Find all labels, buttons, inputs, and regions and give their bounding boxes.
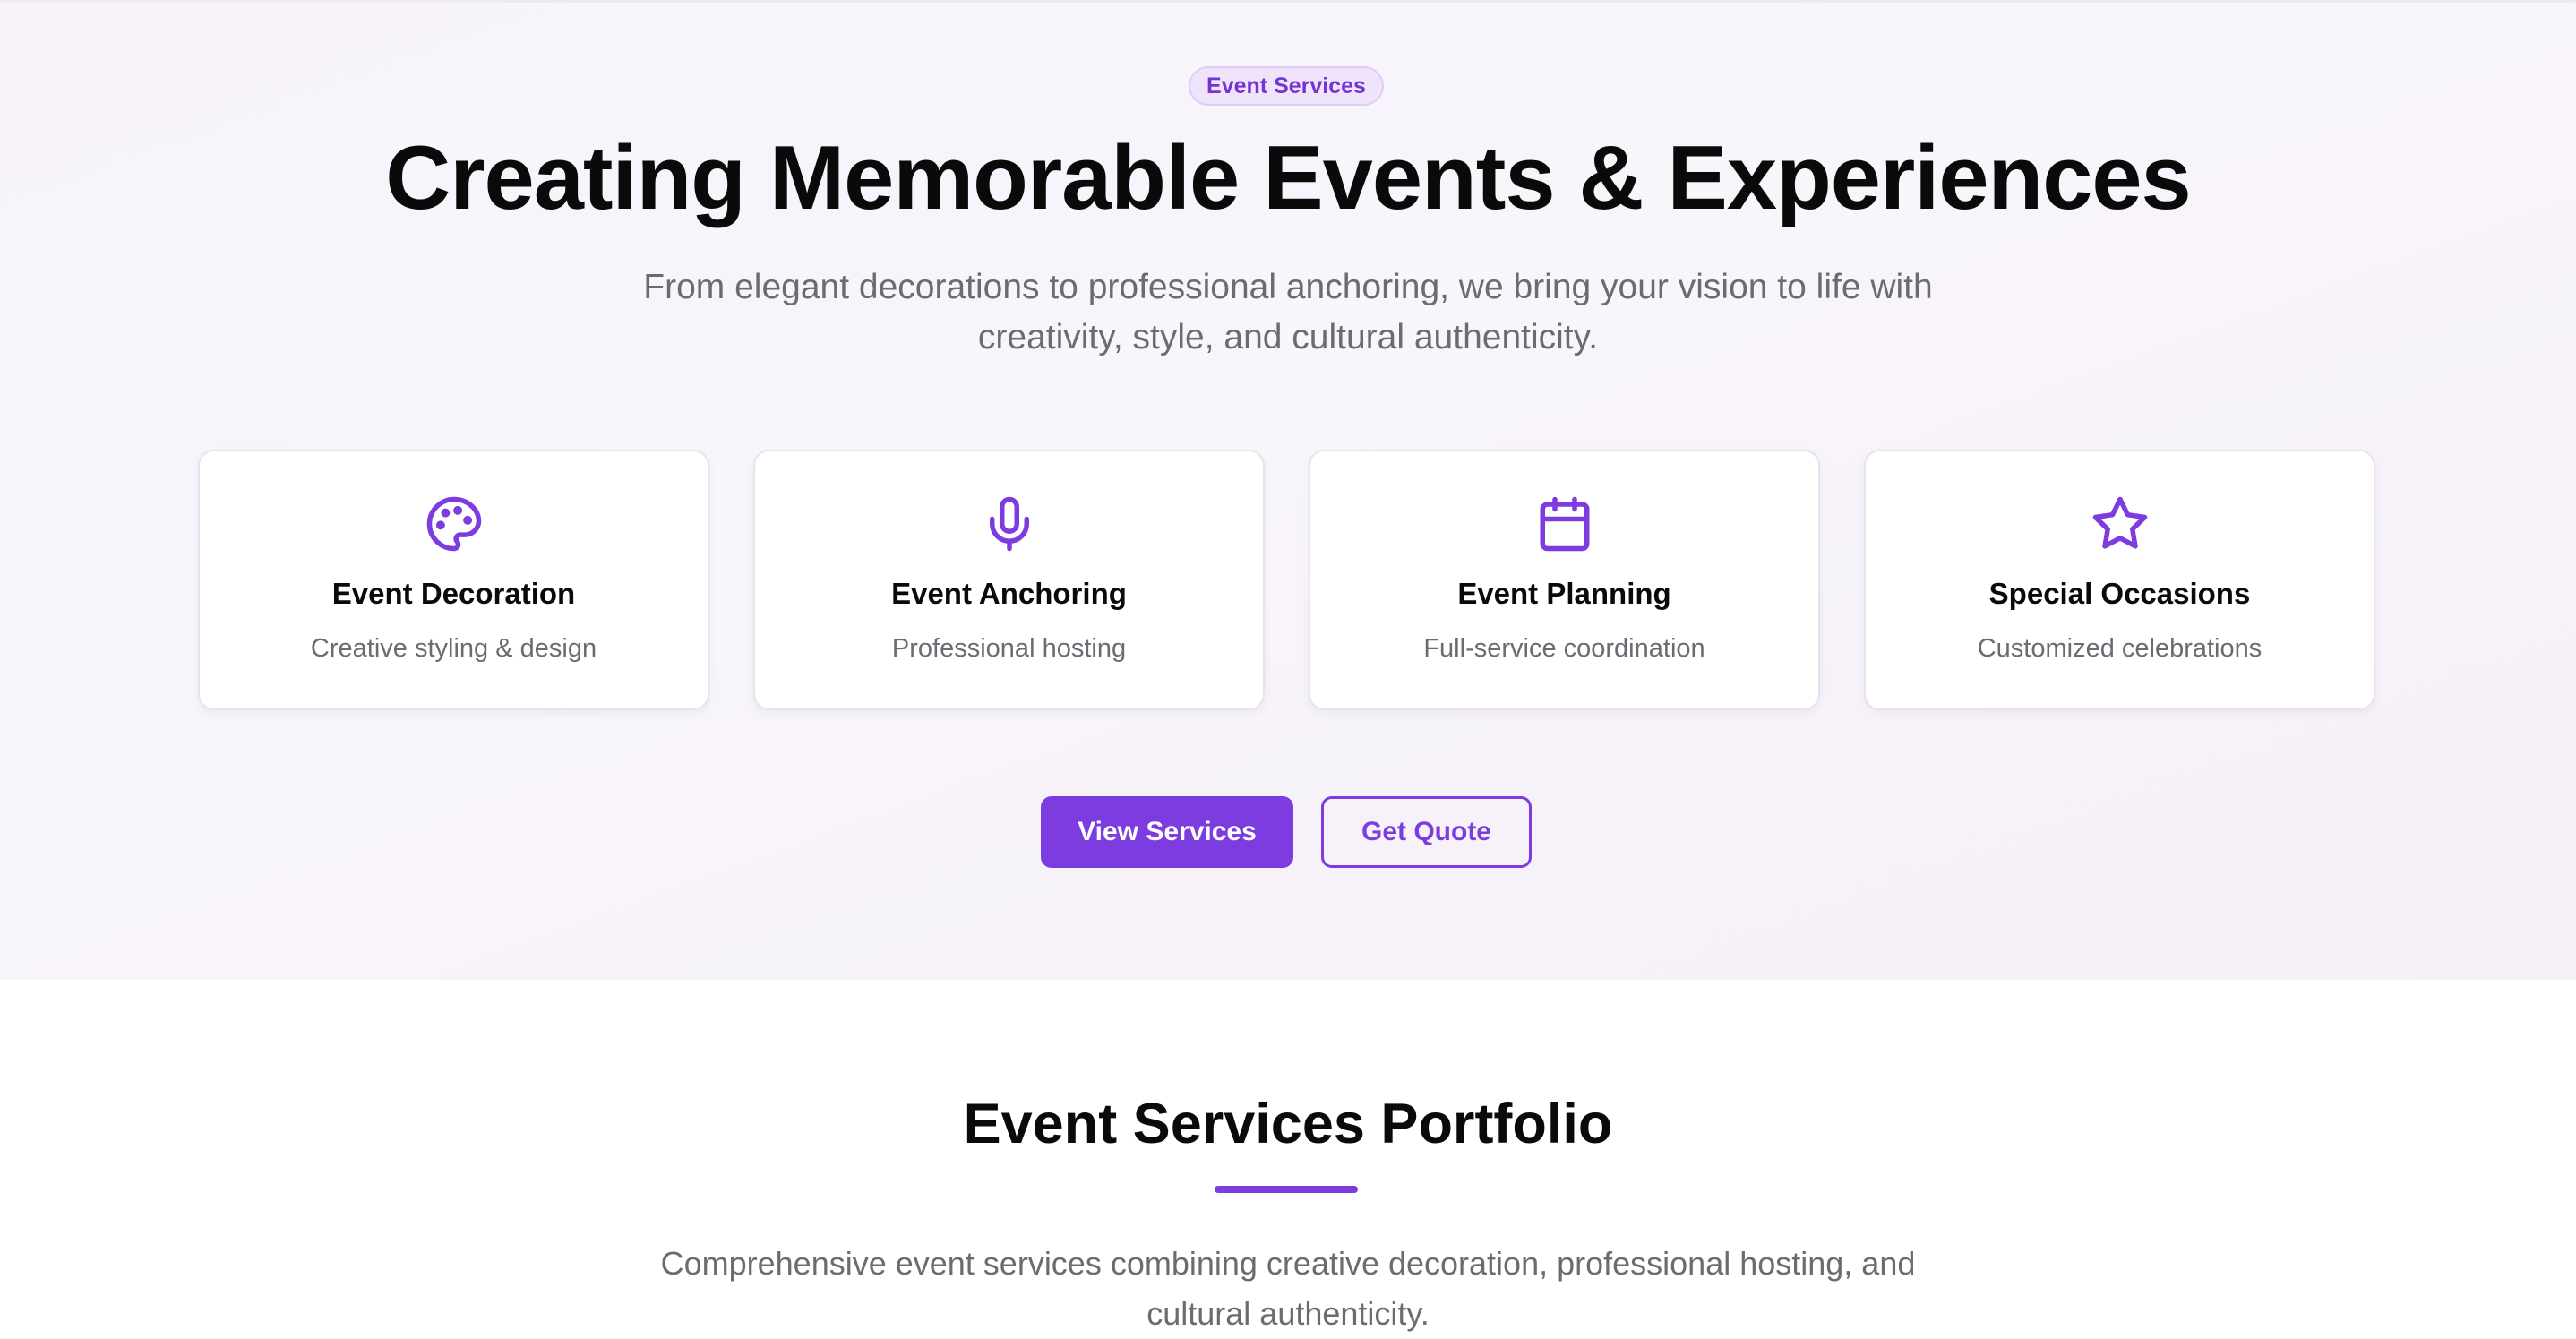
microphone-icon [755,494,1263,554]
portfolio-subtitle: Comprehensive event services combining c… [660,1245,1916,1332]
hero-section: Event Services Creating Memorable Events… [0,0,2576,980]
card-subtitle: Full-service coordination [1423,634,1705,663]
event-services-badge: Event Services [1189,66,1384,106]
card-subtitle: Creative styling & design [310,634,597,663]
card-title: Event Planning [1457,577,1671,610]
hero-title: Creating Memorable Events & Experiences [385,128,2191,228]
card-title: Event Decoration [331,577,576,610]
card-title: Special Occasions [1988,577,2251,610]
card-subtitle: Professional hosting [891,634,1127,663]
star-icon [1866,494,2374,554]
service-card-occasions[interactable]: Special Occasions Customized celebration… [1864,450,2375,710]
title-divider [1215,1186,1358,1193]
card-subtitle: Customized celebrations [1977,634,2263,663]
service-card-decoration[interactable]: Event Decoration Creative styling & desi… [198,450,709,710]
get-quote-button[interactable]: Get Quote [1321,796,1532,868]
portfolio-title: Event Services Portfolio [963,1093,1613,1155]
service-card-anchoring[interactable]: Event Anchoring Professional hosting [753,450,1265,710]
card-title: Event Anchoring [891,577,1127,610]
view-services-button[interactable]: View Services [1041,796,1293,868]
service-card-planning[interactable]: Event Planning Full-service coordination [1309,450,1820,710]
hero-subtitle: From elegant decorations to professional… [643,268,1933,356]
calendar-icon [1310,494,1818,554]
palette-icon [200,494,708,554]
